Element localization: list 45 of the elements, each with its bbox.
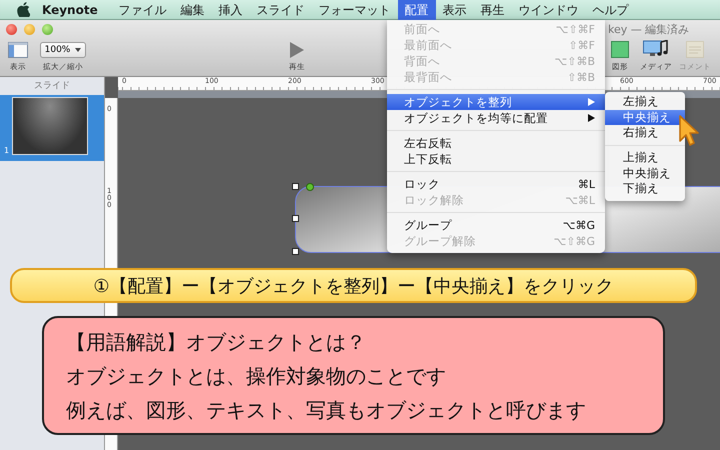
slide-number: 1 — [4, 146, 10, 155]
adjust-handle[interactable] — [306, 183, 314, 191]
note-text-line: オブジェクトとは、操作対象物のことです — [66, 363, 447, 390]
menu-item[interactable]: オブジェクトを均等に配置 — [387, 110, 605, 126]
submenu-item[interactable]: 上揃え — [605, 150, 685, 166]
menu-bar-item[interactable]: 挿入 — [212, 0, 250, 20]
window-title: key — 編集済み — [608, 22, 690, 37]
menu-item[interactable]: オブジェクトを整列 — [387, 94, 605, 110]
play-icon[interactable] — [290, 42, 304, 58]
menu-bar-item[interactable]: 表示 — [436, 0, 474, 20]
zoom-window-icon[interactable] — [42, 24, 53, 35]
caret-icon — [75, 48, 82, 52]
menu-bar-item[interactable]: 再生 — [474, 0, 512, 20]
menu-bar-item[interactable]: 編集 — [174, 0, 212, 20]
menu-item[interactable]: グループ ⌥⌘G — [387, 217, 605, 233]
instruction-text: ①【配置】ー【オブジェクトを整列】ー【中央揃え】をクリック — [93, 274, 614, 298]
navigator-heading: スライド — [33, 80, 71, 93]
note-text-line: 【用語解説】オブジェクトとは？ — [66, 329, 367, 356]
menu-bar-item[interactable]: ヘルプ — [586, 0, 636, 20]
square-shape-icon[interactable] — [611, 41, 629, 58]
menu-bar-item[interactable]: ウインドウ — [512, 0, 586, 20]
zoom-dropdown[interactable]: 100% — [40, 42, 86, 58]
menu-bar-item[interactable]: フォーマット — [312, 0, 398, 20]
view-icon[interactable] — [8, 42, 28, 58]
menu-item[interactable]: 上下反転 — [387, 151, 605, 167]
menu-bar-item[interactable]: スライド — [250, 0, 312, 20]
submenu-item[interactable]: 中央揃え — [605, 110, 685, 126]
app-name[interactable]: Keynote — [42, 2, 98, 16]
submenu-item[interactable]: 中央揃え — [605, 165, 685, 181]
menu-bar-item[interactable]: 配置 — [398, 0, 436, 20]
submenu-item[interactable]: 下揃え — [605, 180, 685, 197]
slide-thumbnail[interactable] — [12, 97, 88, 155]
apple-logo-icon[interactable] — [17, 2, 30, 17]
menu-item[interactable]: 左右反転 — [387, 135, 605, 151]
monitor-music-note-icon[interactable] — [643, 40, 669, 58]
pointer-icon — [678, 114, 700, 148]
close-icon[interactable] — [6, 24, 17, 35]
note-text-line: 例えば、図形、テキスト、写真もオブジェクトと呼びます — [66, 397, 587, 424]
menu-bar-item[interactable]: ファイル — [112, 0, 174, 20]
selection-handle[interactable] — [292, 215, 299, 222]
selection-handle[interactable] — [292, 183, 299, 190]
slide-row[interactable]: 1 — [0, 95, 104, 161]
menu-item[interactable]: ロック ⌘L — [387, 176, 605, 192]
selection-handle[interactable] — [292, 248, 299, 255]
submenu-item[interactable]: 左揃え — [605, 94, 685, 110]
